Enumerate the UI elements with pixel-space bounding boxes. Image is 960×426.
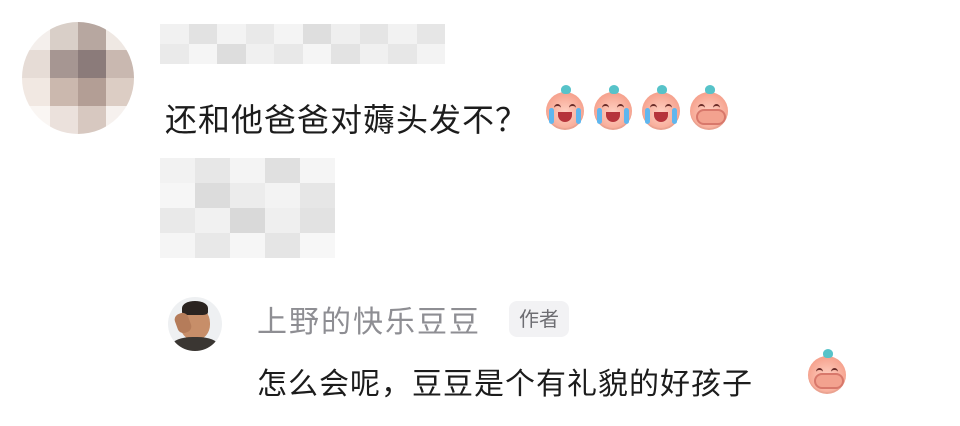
covering-mouth-face-icon	[808, 349, 846, 394]
comment-meta-pixelated	[160, 158, 335, 258]
crying-face-icon	[594, 85, 632, 130]
comment-emoji-row	[546, 85, 728, 130]
reply-username[interactable]: 上野的快乐豆豆	[257, 297, 481, 341]
crying-face-icon	[546, 85, 584, 130]
covering-mouth-face-icon	[690, 85, 728, 130]
comment-text: 还和他爸爸对薅头发不？	[165, 101, 529, 139]
crying-face-icon	[642, 85, 680, 130]
commenter-name-pixelated[interactable]	[160, 24, 445, 64]
reply-avatar[interactable]	[168, 297, 222, 351]
reply-text: 怎么会呢，豆豆是个有礼貌的好孩子	[257, 367, 753, 402]
commenter-avatar-pixelated[interactable]	[22, 22, 134, 134]
author-badge: 作者	[509, 301, 569, 337]
